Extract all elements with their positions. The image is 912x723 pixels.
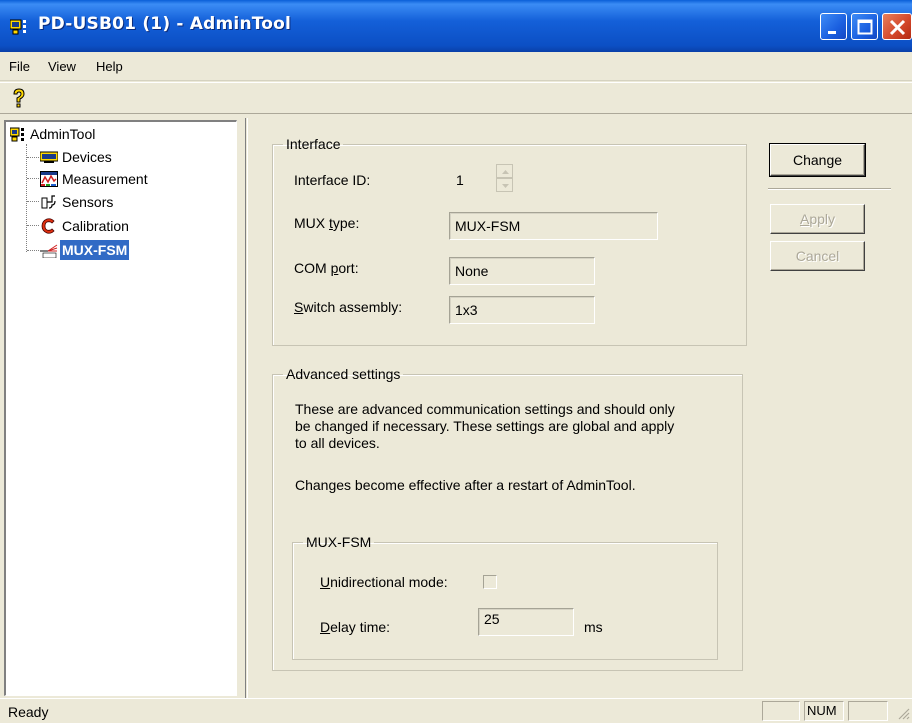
- app-window: PD-USB01 (1) - AdminTool File View Help: [0, 0, 912, 722]
- tree-connector: [27, 178, 39, 179]
- label-text: witch assembly:: [303, 299, 403, 315]
- status-panel-num: NUM: [804, 701, 844, 721]
- settings-pane: Interface Interface ID: 1 MUX type: MUX-…: [247, 118, 912, 698]
- label-accelerator: S: [294, 299, 304, 315]
- menu-help[interactable]: Help: [96, 59, 123, 74]
- tree-item-label: Calibration: [62, 218, 129, 234]
- button-separator: [768, 188, 891, 190]
- tree-root-label: AdminTool: [30, 126, 96, 142]
- interface-id-value: 1: [456, 172, 464, 188]
- tree-connector: [27, 201, 39, 202]
- admintool-icon: [9, 126, 28, 142]
- change-button[interactable]: Change: [769, 143, 866, 177]
- switch-assembly-field[interactable]: 1x3: [449, 296, 595, 324]
- label-accelerator: D: [320, 619, 331, 635]
- interface-legend: Interface: [286, 136, 341, 152]
- mux-fsm-group: MUX-FSM: [292, 534, 718, 660]
- com-port-label: COM port:: [294, 260, 359, 276]
- tree-item-label: Measurement: [62, 171, 148, 187]
- menu-view[interactable]: View: [48, 59, 76, 74]
- close-button[interactable]: [882, 13, 912, 40]
- menu-file[interactable]: File: [9, 59, 30, 74]
- mux-fsm-legend: MUX-FSM: [306, 534, 372, 550]
- unidirectional-mode-label: Unidirectional mode:: [320, 574, 448, 590]
- measurement-icon: [40, 171, 58, 187]
- delay-time-field[interactable]: 25: [478, 608, 574, 636]
- label-text: MUX: [294, 215, 329, 231]
- advanced-description: These are advanced communication setting…: [295, 401, 675, 451]
- status-text: Ready: [8, 704, 49, 720]
- cancel-button[interactable]: Cancel: [770, 241, 865, 271]
- navigation-tree[interactable]: AdminTool Devices Measurement Sensors Ca…: [4, 120, 237, 696]
- interface-id-label: Interface ID:: [294, 172, 371, 188]
- delay-time-label: Delay time:: [320, 619, 390, 635]
- status-panel-caps: [762, 701, 800, 721]
- calibration-icon: [40, 218, 58, 234]
- mux-fsm-icon: [40, 242, 58, 259]
- mux-type-label: MUX type:: [294, 215, 359, 231]
- status-panel-scroll: [848, 701, 888, 721]
- interface-id-spinner[interactable]: [496, 164, 513, 192]
- devices-icon: [39, 149, 59, 165]
- toolbar: [0, 82, 912, 114]
- minimize-button[interactable]: [820, 13, 847, 40]
- spin-up-button[interactable]: [496, 164, 513, 178]
- label-text: pply: [809, 211, 836, 227]
- label-accelerator: A: [799, 211, 810, 227]
- menu-bar: File View Help: [0, 52, 912, 81]
- tree-connector: [27, 157, 39, 158]
- pane-splitter[interactable]: [238, 118, 246, 698]
- label-text: ort:: [338, 260, 359, 276]
- tree-item-label: Sensors: [62, 194, 114, 210]
- spin-down-button[interactable]: [496, 178, 513, 192]
- tree-item-label-selected: MUX-FSM: [60, 240, 130, 260]
- tree-connector: [26, 144, 27, 252]
- sensors-icon: [40, 194, 58, 210]
- apply-button[interactable]: Apply: [770, 204, 865, 234]
- label-text: COM: [294, 260, 331, 276]
- label-text: elay time:: [330, 619, 391, 635]
- mux-type-field[interactable]: MUX-FSM: [449, 212, 658, 240]
- advanced-note: Changes become effective after a restart…: [295, 477, 636, 493]
- tree-connector: [27, 225, 39, 226]
- app-icon: [9, 17, 32, 37]
- window-title: PD-USB01 (1) - AdminTool: [38, 14, 292, 34]
- status-bar: Ready NUM: [0, 698, 912, 722]
- delay-unit: ms: [584, 619, 603, 635]
- maximize-button[interactable]: [851, 13, 878, 40]
- switch-assembly-label: Switch assembly:: [294, 299, 402, 315]
- help-icon[interactable]: [10, 88, 28, 110]
- label-text: ype:: [332, 215, 360, 231]
- label-accelerator: U: [320, 574, 331, 590]
- label-text: nidirectional mode:: [330, 574, 448, 590]
- tree-connector: [27, 250, 39, 251]
- com-port-field[interactable]: None: [449, 257, 595, 285]
- unidirectional-mode-checkbox[interactable]: [483, 575, 497, 589]
- title-bar[interactable]: PD-USB01 (1) - AdminTool: [0, 0, 912, 52]
- advanced-settings-legend: Advanced settings: [286, 366, 401, 382]
- resize-grip[interactable]: [898, 708, 910, 720]
- tree-item-label: Devices: [62, 149, 112, 165]
